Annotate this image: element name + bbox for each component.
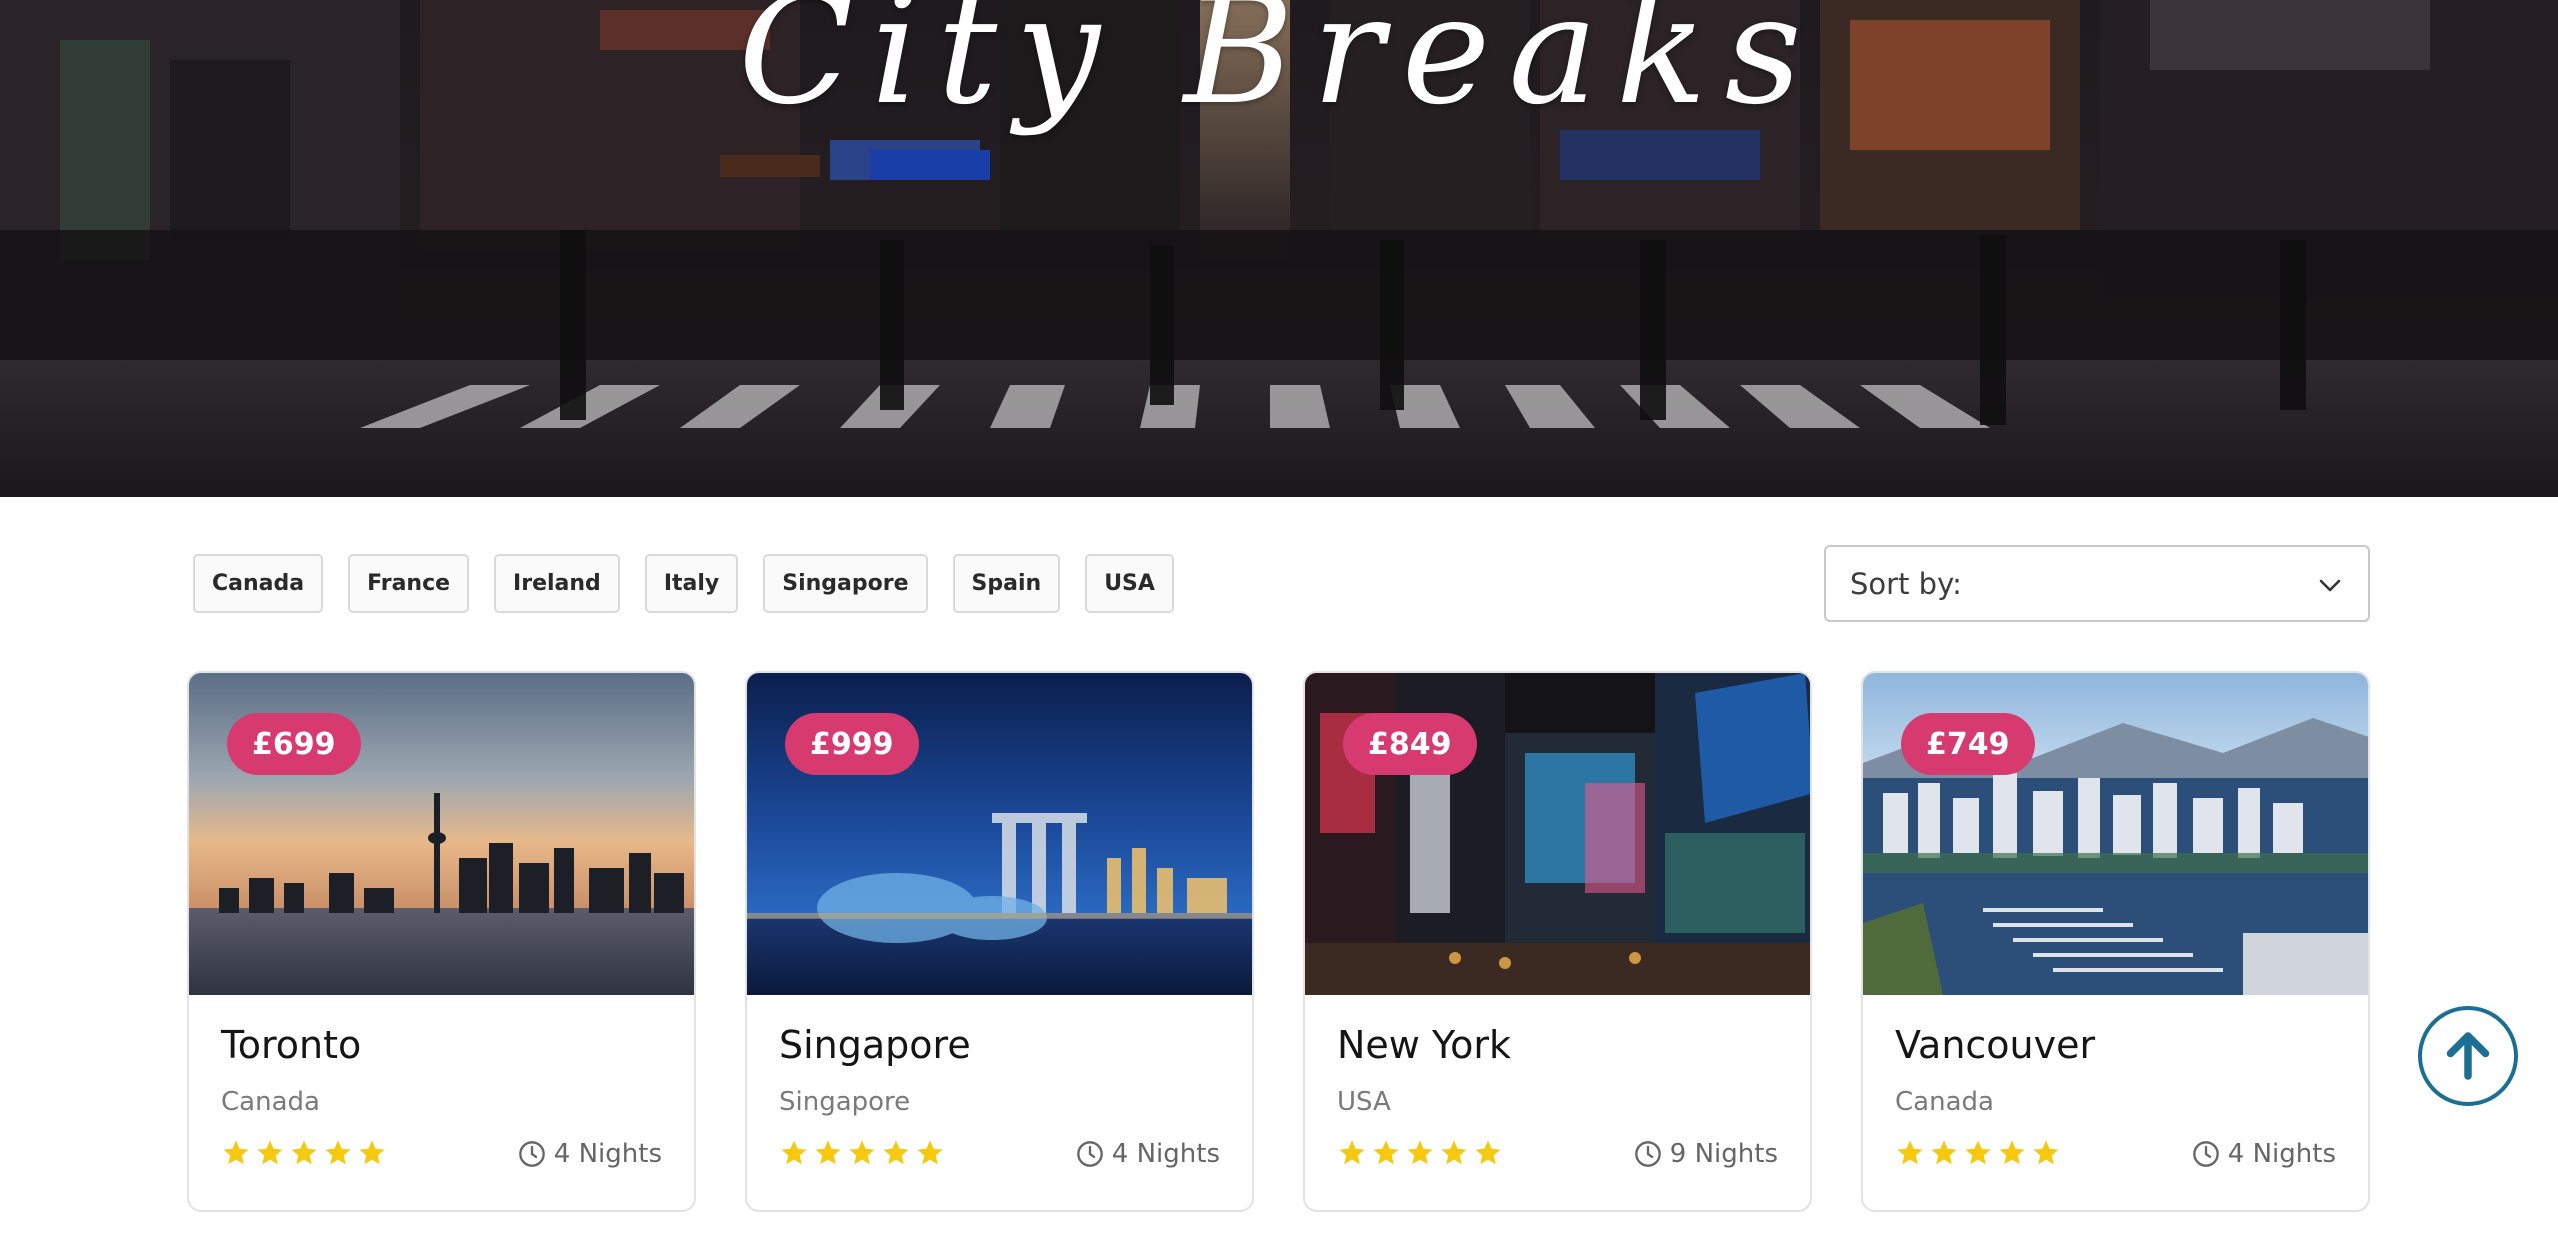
sort-by-select[interactable]: Sort by: [1824,545,2370,622]
nights-info: 4 Nights [1076,1139,1220,1169]
star-icon [1407,1140,1433,1165]
star-icon [2033,1140,2059,1165]
filter-chip-singapore[interactable]: Singapore [763,554,928,613]
destination-card[interactable]: £849 New York USA 9 Nights [1303,671,1812,1212]
nights-info: 4 Nights [2192,1139,2336,1169]
star-icon [1373,1140,1399,1165]
star-icon [1475,1140,1501,1165]
nights-label: 4 Nights [2227,1139,2336,1169]
card-city: Vancouver [1895,1023,2096,1067]
clock-icon [1634,1141,1661,1167]
star-icon [849,1140,875,1165]
country-filter-bar: Canada France Ireland Italy Singapore Sp… [193,554,1174,613]
filter-chip-france[interactable]: France [348,554,470,613]
star-icon [325,1140,351,1165]
star-rating [1337,1138,1503,1168]
sort-by-label: Sort by: [1850,566,1962,601]
chevron-down-icon [2318,573,2342,601]
price-badge: £699 [227,713,361,775]
hero-title: City Breaks [738,0,1820,138]
arrow-up-icon [2446,1032,2490,1080]
star-icon [223,1140,249,1165]
star-icon [1441,1140,1467,1165]
clock-icon [1076,1141,1103,1167]
card-city: Singapore [779,1023,971,1067]
filter-chip-italy[interactable]: Italy [644,554,739,613]
nights-info: 4 Nights [518,1139,662,1169]
filter-chip-spain[interactable]: Spain [952,554,1061,613]
destination-card[interactable]: £999 Singapore Singapore 4 Nights [745,671,1254,1212]
star-rating [779,1138,945,1168]
star-icon [1965,1140,1991,1165]
filter-chip-canada[interactable]: Canada [193,554,324,613]
star-icon [1999,1140,2025,1165]
hero-banner: City Breaks [0,0,2558,497]
price-badge: £999 [785,713,919,775]
star-icon [1339,1140,1365,1165]
card-country: Singapore [779,1087,911,1117]
filter-chip-usa[interactable]: USA [1085,554,1174,613]
star-icon [257,1140,283,1165]
card-city: Toronto [221,1023,362,1067]
back-to-top-button[interactable] [2418,1006,2518,1106]
star-rating [221,1138,387,1168]
clock-icon [518,1141,545,1167]
card-country: USA [1337,1087,1391,1117]
star-icon [917,1140,943,1165]
card-country: Canada [1895,1087,1994,1117]
star-icon [781,1140,807,1165]
star-rating [1895,1138,2061,1168]
star-icon [359,1140,385,1165]
destination-card[interactable]: £699 Toronto Canada 4 Nights [187,671,696,1212]
nights-info: 9 Nights [1634,1139,1778,1169]
card-city: New York [1337,1023,1512,1067]
star-icon [815,1140,841,1165]
price-badge: £749 [1901,713,2035,775]
destination-card[interactable]: £749 Vancouver Canada 4 Nights [1861,671,2370,1212]
card-country: Canada [221,1087,320,1117]
star-icon [883,1140,909,1165]
star-icon [291,1140,317,1165]
filter-chip-ireland[interactable]: Ireland [494,554,620,613]
clock-icon [2192,1141,2219,1167]
nights-label: 4 Nights [1111,1139,1220,1169]
nights-label: 9 Nights [1669,1139,1778,1169]
nights-label: 4 Nights [553,1139,662,1169]
price-badge: £849 [1343,713,1477,775]
star-icon [1931,1140,1957,1165]
star-icon [1897,1140,1923,1165]
